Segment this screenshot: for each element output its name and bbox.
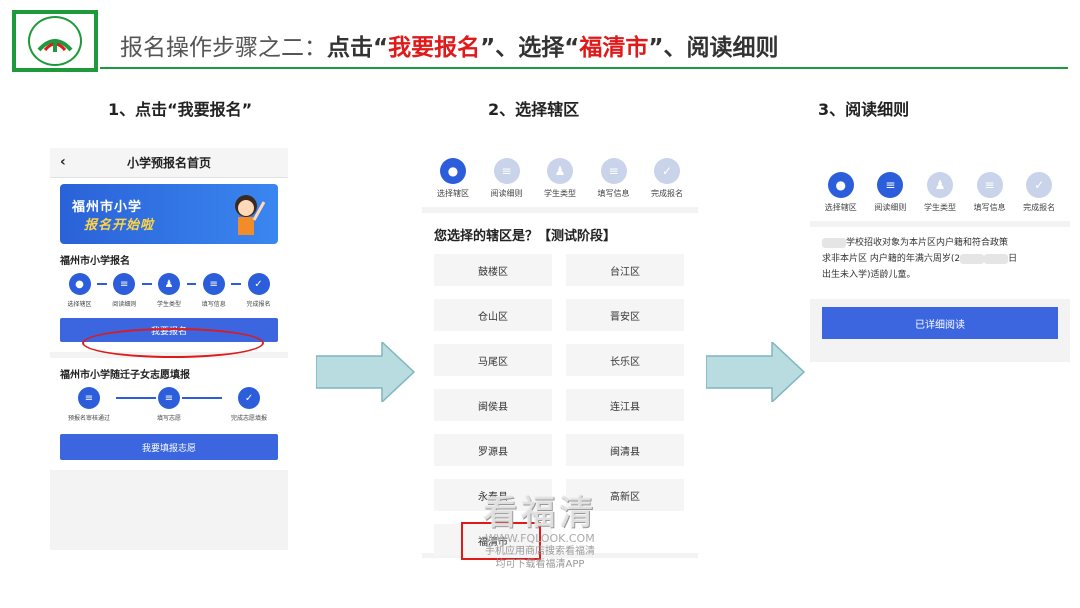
school-logo (12, 10, 98, 72)
check-icon: ✓ (247, 273, 270, 295)
chevron-left-icon[interactable]: ‹ (60, 154, 66, 170)
phone-header: ‹ 小学预报名首页 (50, 148, 288, 178)
step-complete: ✓ 完成报名 (1014, 172, 1064, 213)
rules-text: 学校招收对象为本片区内户籍和符合政策 求非本片区 内户籍的年满六周岁(2 日 出生… (810, 227, 1070, 299)
document-icon: ≡ (77, 387, 100, 409)
step-read-rules: ≡ 阅读细则 (866, 172, 916, 213)
district-option[interactable]: 罗源县 (434, 434, 552, 466)
form-icon: ≡ (600, 158, 627, 184)
document-icon: ≡ (877, 172, 904, 198)
user-icon: ♟ (158, 273, 180, 295)
banner-subtitle: 报名开始啦 (84, 218, 155, 233)
location-pin-icon: ● (827, 172, 854, 198)
flow-step: ≡ 填写志愿 (156, 387, 183, 422)
promo-banner: 福州市小学 报名开始啦 (60, 184, 278, 244)
flow-step: ✓ 完成报名 (241, 273, 276, 308)
logo-emblem-icon (28, 16, 82, 66)
district-question: 您选择的辖区是？【测试阶段】 (434, 229, 617, 244)
highlight-oval (82, 328, 264, 358)
location-pin-icon: ● (440, 158, 466, 184)
step-select-district: ● 选择辖区 (428, 158, 478, 199)
arrow-right-icon (316, 342, 416, 402)
district-option[interactable]: 鼓楼区 (434, 254, 552, 286)
flow-step: ♟ 学生类型 (152, 273, 187, 308)
form-icon: ≡ (158, 387, 180, 409)
step-read-rules: ≡ 阅读细则 (482, 158, 532, 199)
form-icon: ≡ (202, 273, 225, 295)
district-option[interactable]: 闽清县 (566, 434, 684, 466)
cartoon-girl-icon (235, 195, 266, 235)
banner-title: 福州市小学 (72, 200, 143, 215)
phone-header-title: 小学预报名首页 (126, 156, 211, 170)
step-1-label: 1、点击“我要报名” (108, 100, 253, 119)
district-option[interactable]: 晋安区 (566, 299, 684, 331)
phone-screenshot-rules: ● 选择辖区 ≡ 阅读细则 ♟ 学生类型 ≡ 填写信息 ✓ 完成报名 学校招收对象为本片区… (810, 162, 1070, 362)
district-option[interactable]: 长乐区 (566, 344, 684, 376)
step-select-district: ● 选择辖区 (816, 172, 866, 213)
page-title: 报名操作步骤之二：点击“我要报名”、选择“福清市”、阅读细则 (120, 35, 779, 61)
step-fill-info: ≡ 填写信息 (965, 172, 1015, 213)
flow-step: ● 选择辖区 (62, 273, 97, 308)
check-icon: ✓ (1026, 172, 1053, 198)
form-icon: ≡ (976, 172, 1003, 198)
document-icon: ≡ (113, 273, 136, 295)
progress-steps: ● 选择辖区 ≡ 阅读细则 ♟ 学生类型 ≡ 填写信息 ✓ 完成报名 (810, 162, 1070, 221)
user-icon: ♟ (926, 172, 953, 198)
volunteer-flow: ≡ 预报名审核通过 ≡ 填写志愿 ✓ 完成志愿填报 (62, 387, 276, 422)
step-complete: ✓ 完成报名 (642, 158, 692, 199)
user-icon: ♟ (547, 158, 573, 184)
title-divider (100, 67, 1068, 69)
district-option[interactable]: 连江县 (566, 389, 684, 421)
step-student-type: ♟ 学生类型 (535, 158, 585, 199)
registration-card: 福州市小学 报名开始啦 福州市小学报名 ● 选择辖区 ≡ 阅读细则 ♟ 学生类型 ≡ 填… (50, 178, 288, 352)
step-student-type: ♟ 学生类型 (915, 172, 965, 213)
watermark: 看福清 WWW.FQLOOK.COM 手机应用商店搜索看福清 均可下载看福清AP… (483, 493, 597, 570)
flow-step: ≡ 填写信息 (196, 273, 231, 308)
section-title-registration: 福州市小学报名 (60, 256, 130, 267)
flow-step: ≡ 阅读细则 (107, 273, 142, 308)
read-confirm-button[interactable]: 已详细阅读 (822, 307, 1058, 339)
district-option[interactable]: 马尾区 (434, 344, 552, 376)
flow-step: ✓ 完成志愿填报 (222, 387, 276, 422)
check-icon: ✓ (238, 387, 261, 409)
step-2-label: 2、选择辖区 (488, 100, 580, 119)
check-icon: ✓ (654, 158, 680, 184)
district-option[interactable]: 闽侯县 (434, 389, 552, 421)
registration-flow: ● 选择辖区 ≡ 阅读细则 ♟ 学生类型 ≡ 填写信息 ✓ 完成报名 (62, 273, 276, 308)
section-title-volunteer: 福州市小学随迁子女志愿填报 (60, 370, 190, 381)
flow-step: ≡ 预报名审核通过 (62, 387, 116, 422)
volunteer-card: 福州市小学随迁子女志愿填报 ≡ 预报名审核通过 ≡ 填写志愿 ✓ 完成志愿填报 我要填… (50, 358, 288, 470)
district-option[interactable]: 仓山区 (434, 299, 552, 331)
arrow-right-icon (706, 342, 806, 402)
progress-steps: ● 选择辖区 ≡ 阅读细则 ♟ 学生类型 ≡ 填写信息 ✓ 完成报名 (422, 148, 698, 207)
document-icon: ≡ (493, 158, 520, 184)
volunteer-button[interactable]: 我要填报志愿 (60, 434, 278, 460)
step-3-label: 3、阅读细则 (818, 100, 910, 119)
step-fill-info: ≡ 填写信息 (589, 158, 639, 199)
location-pin-icon: ● (68, 273, 91, 295)
district-option[interactable]: 台江区 (566, 254, 684, 286)
